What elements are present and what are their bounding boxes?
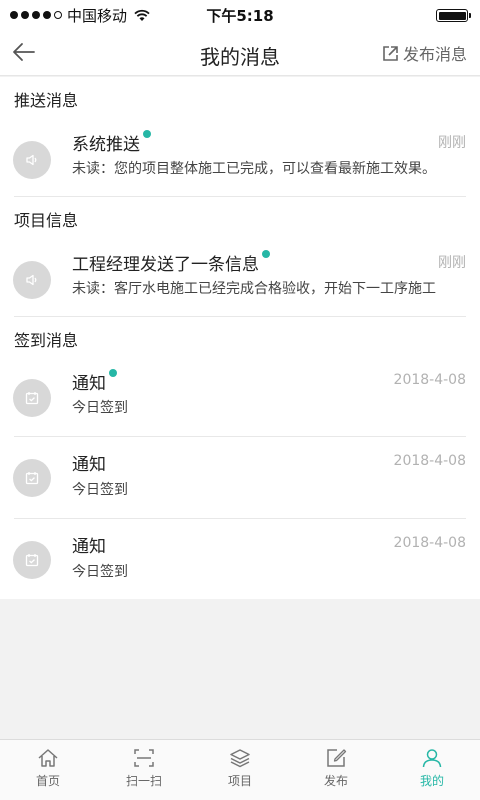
tab-scan[interactable]: 扫一扫	[96, 740, 192, 800]
tab-label: 我的	[419, 774, 444, 788]
tab-label: 首页	[35, 774, 60, 788]
battery-icon	[436, 9, 471, 22]
tab-home[interactable]: 首页	[0, 740, 96, 800]
message-time: 2018-4-08	[393, 372, 466, 388]
message-title: 通知	[72, 374, 106, 394]
speaker-icon	[26, 274, 37, 286]
message-avatar	[13, 459, 51, 497]
message-preview: 今日签到	[72, 400, 128, 416]
message-avatar	[13, 141, 51, 179]
message-time: 刚刚	[438, 255, 466, 271]
tab-label: 项目	[227, 774, 252, 788]
calendar-check-icon	[25, 392, 39, 405]
message-title-wrap: 通知	[72, 532, 106, 557]
scan-icon	[134, 749, 154, 767]
tab-label: 扫一扫	[125, 774, 162, 788]
user-icon	[422, 749, 442, 768]
message-item[interactable]: 工程经理发送了一条信息 刚刚 未读：客厅水电施工已经完成合格验收，开始下一工序施…	[0, 241, 480, 316]
message-time: 2018-4-08	[393, 453, 466, 469]
message-avatar	[13, 541, 51, 579]
publish-message-label: 发布消息	[402, 45, 467, 64]
message-avatar	[13, 379, 51, 417]
message-item[interactable]: 通知 2018-4-08 今日签到	[0, 361, 480, 437]
message-preview: 未读：您的项目整体施工已完成，可以查看最新施工效果。	[72, 161, 436, 177]
section-header-sign-in: 签到消息	[14, 331, 79, 350]
publish-message-button[interactable]: 发布消息	[382, 41, 467, 65]
section-header-project: 项目信息	[14, 211, 79, 230]
navigation-bar: 我的消息 发布消息	[0, 30, 480, 76]
status-bar: 中国移动 下午5:18	[0, 0, 480, 30]
unread-indicator	[143, 130, 151, 138]
message-title: 通知	[72, 455, 106, 475]
tab-project[interactable]: 项目	[192, 740, 288, 800]
message-preview: 今日签到	[72, 564, 128, 580]
message-title-wrap: 工程经理发送了一条信息	[72, 250, 270, 275]
message-list: 推送消息 系统推送 刚刚 未读：您的项目整体施工已完成，可以查看最新施工效果。 …	[0, 77, 480, 599]
unread-indicator	[262, 250, 270, 258]
message-title: 工程经理发送了一条信息	[72, 255, 259, 275]
external-link-icon	[383, 45, 398, 61]
tab-publish[interactable]: 发布	[288, 740, 384, 800]
status-time: 下午5:18	[206, 6, 274, 25]
message-time: 刚刚	[438, 135, 466, 151]
message-item[interactable]: 系统推送 刚刚 未读：您的项目整体施工已完成，可以查看最新施工效果。	[0, 121, 480, 196]
tab-label: 发布	[323, 774, 348, 788]
calendar-check-icon	[25, 472, 39, 485]
message-avatar	[13, 261, 51, 299]
message-title: 通知	[72, 537, 106, 557]
message-preview: 今日签到	[72, 482, 128, 498]
layers-icon	[230, 749, 250, 768]
message-time: 2018-4-08	[393, 535, 466, 551]
message-item[interactable]: 通知 2018-4-08 今日签到	[0, 437, 480, 519]
edit-icon	[327, 749, 347, 767]
home-icon	[38, 749, 58, 767]
bottom-tab-bar: 首页 扫一扫 项目 发布 我的	[0, 739, 480, 800]
section-header-push: 推送消息	[14, 91, 79, 110]
calendar-check-icon	[25, 554, 39, 567]
message-item[interactable]: 通知 2018-4-08 今日签到	[0, 519, 480, 599]
unread-indicator	[109, 369, 117, 377]
speaker-icon	[26, 154, 37, 166]
message-title-wrap: 通知	[72, 450, 106, 475]
message-preview: 未读：客厅水电施工已经完成合格验收，开始下一工序施工	[72, 281, 436, 297]
message-title-wrap: 通知	[72, 369, 117, 394]
tab-mine[interactable]: 我的	[384, 740, 480, 800]
message-title: 系统推送	[72, 135, 140, 155]
message-title-wrap: 系统推送	[72, 130, 151, 155]
